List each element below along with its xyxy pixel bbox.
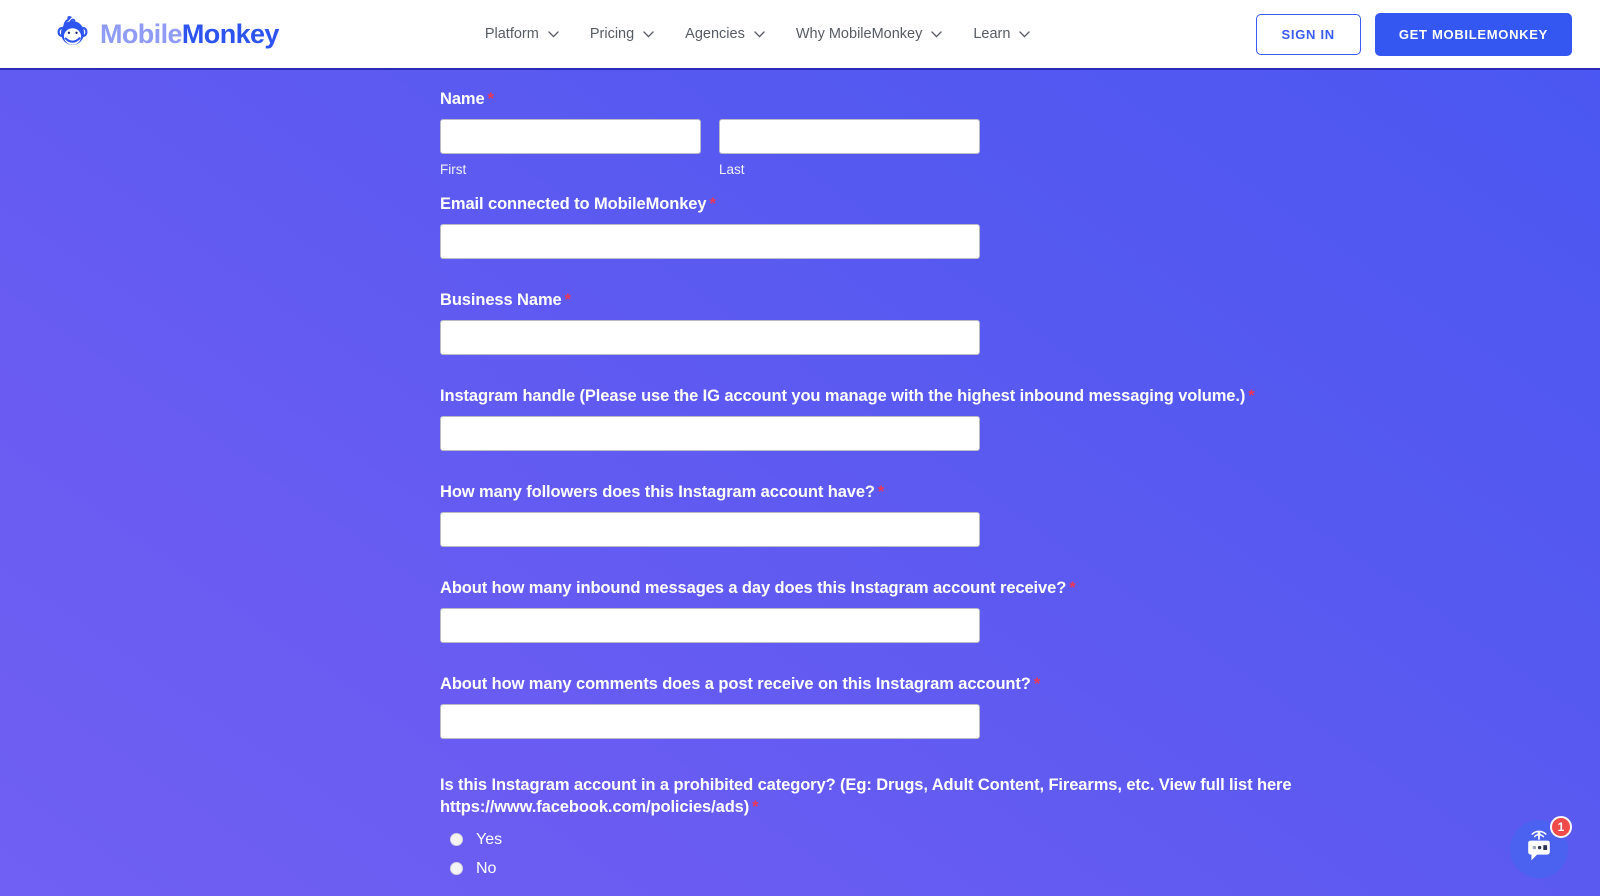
field-label-comments-per-post: About how many comments does a post rece… [440,674,1040,696]
required-asterisk: * [1248,387,1255,406]
nav-item-why-mobilemonkey[interactable]: Why MobileMonkey [796,26,943,42]
nav-item-label: Why MobileMonkey [795,26,923,42]
label-text: Is this Instagram account in a prohibite… [440,776,1292,816]
chat-widget-button[interactable]: 1 [1510,816,1572,878]
chevron-down-icon [548,30,559,38]
label-text: About how many comments does a post rece… [440,675,1031,694]
site-header: MobileMonkey Platform Pricing Agencies W… [0,0,1600,70]
logo-text: MobileMonkey [100,18,280,49]
instagram-handle-input[interactable] [440,416,980,452]
field-label-followers-count: How many followers does this Instagram a… [440,482,980,504]
label-text: Email connected to MobileMonkey [440,195,707,214]
required-asterisk: * [1033,675,1041,694]
business-name-input[interactable] [440,320,980,356]
field-inbound-messages: About how many inbound messages a day do… [440,578,1076,644]
radio-label-no: No [476,859,497,877]
field-email: Email connected to MobileMonkey * [440,194,980,260]
nav-item-platform[interactable]: Platform [485,26,559,42]
nav-item-label: Platform [484,26,539,42]
main-navigation: Platform Pricing Agencies Why MobileMonk… [485,26,1031,42]
radio-option-yes[interactable]: Yes [450,830,980,848]
chevron-down-icon [643,30,654,38]
field-label-business-name: Business Name * [440,290,980,312]
logo-text-light: Mobile [100,18,183,49]
sign-in-button[interactable]: SIGN IN [1255,13,1361,55]
field-name: Name * First Last [440,89,980,176]
nav-item-label: Pricing [589,26,635,42]
last-name-input[interactable] [719,118,980,154]
chevron-down-icon [1019,30,1031,38]
radio-button-yes[interactable] [450,833,463,847]
name-row: First Last [440,118,980,177]
followers-count-input[interactable] [440,512,980,548]
logo[interactable]: MobileMonkey [52,13,279,55]
required-asterisk: * [487,90,494,108]
monkey-logo-icon [52,13,94,55]
field-prohibited-category: Is this Instagram account in a prohibite… [440,775,1292,877]
get-mobilemonkey-button[interactable]: GET MOBILEMONKEY [1374,12,1572,56]
field-label-email: Email connected to MobileMonkey * [440,194,980,216]
header-actions: SIGN IN GET MOBILEMONKEY [1255,12,1572,56]
nav-item-agencies[interactable]: Agencies [685,26,765,42]
required-asterisk: * [564,291,571,310]
nav-item-pricing[interactable]: Pricing [590,26,654,42]
inbound-messages-input[interactable] [440,608,980,644]
field-label-prohibited-category: Is this Instagram account in a prohibite… [440,775,1310,819]
chat-bubble-antenna-icon [1522,830,1556,869]
label-text: Business Name [440,291,562,310]
field-label-name: Name * [440,89,980,111]
email-input[interactable] [440,224,980,260]
chevron-down-icon [931,30,942,38]
field-business-name: Business Name * [440,290,980,356]
first-name-sublabel: First [440,161,467,177]
field-instagram-handle: Instagram handle (Please use the IG acco… [440,386,1255,452]
chevron-down-icon [754,30,765,38]
required-asterisk: * [877,483,885,502]
required-asterisk: * [709,195,716,214]
logo-text-bold: Monkey [181,18,280,49]
label-text: Instagram handle (Please use the IG acco… [440,387,1246,406]
radio-option-no[interactable]: No [450,859,980,877]
signup-form: Name * First Last Email connected to Mobi… [440,70,1292,877]
name-last-col: Last [719,118,980,177]
nav-item-label: Agencies [685,26,745,42]
last-name-sublabel: Last [719,161,745,177]
field-comments-per-post: About how many comments does a post rece… [440,674,1040,740]
nav-item-learn[interactable]: Learn [973,26,1031,42]
form-area: Name * First Last Email connected to Mobi… [0,70,1600,896]
field-followers-count: How many followers does this Instagram a… [440,482,980,548]
comments-per-post-input[interactable] [440,704,980,740]
label-text: How many followers does this Instagram a… [440,483,875,502]
field-label-inbound-messages: About how many inbound messages a day do… [440,578,1076,600]
required-asterisk: * [1069,579,1076,598]
radio-label-yes: Yes [476,830,503,848]
name-first-col: First [440,118,701,177]
radio-button-no[interactable] [450,862,463,876]
label-text: About how many inbound messages a day do… [440,579,1067,598]
field-label-instagram-handle: Instagram handle (Please use the IG acco… [440,386,1310,408]
label-text: Name [440,90,485,108]
chat-unread-badge: 1 [1550,816,1572,838]
nav-item-label: Learn [973,26,1011,42]
required-asterisk: * [752,798,759,816]
first-name-input[interactable] [440,118,701,154]
